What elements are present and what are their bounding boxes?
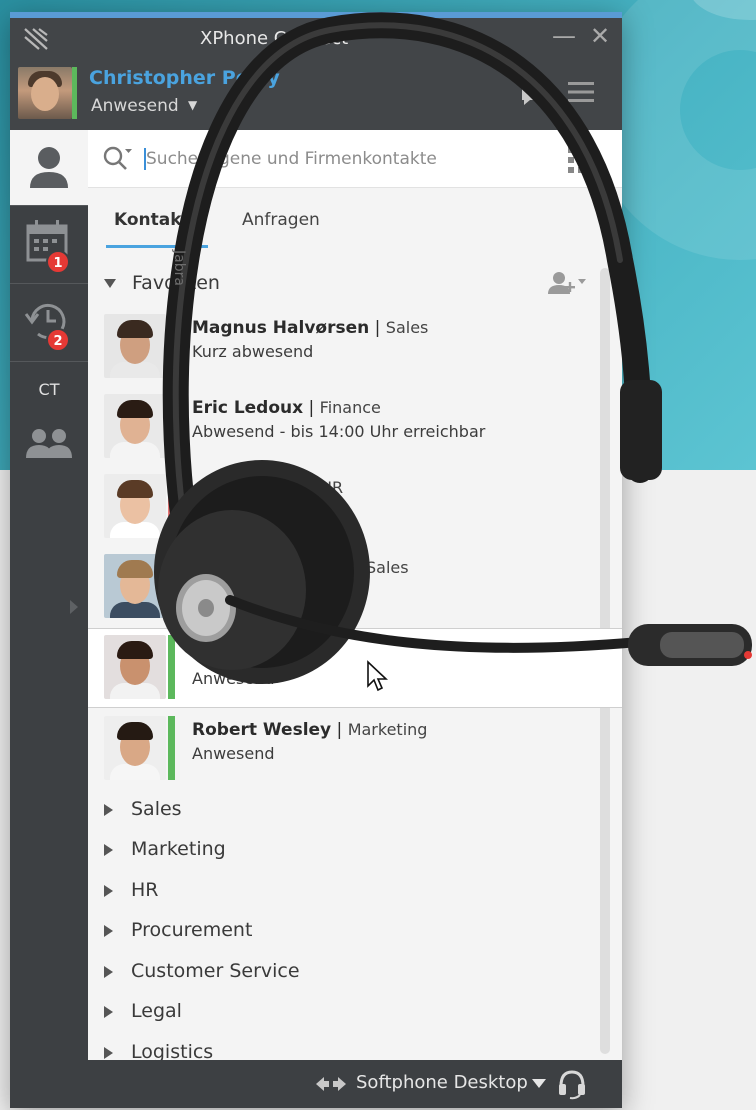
dialpad-icon[interactable] [568,147,594,173]
status-indicator [168,394,175,458]
expand-triangle-icon [104,1005,113,1018]
search-icon[interactable] [102,145,132,173]
group-label: Procurement [131,919,253,941]
hamburger-menu-icon[interactable] [568,80,594,104]
chevron-down-icon[interactable] [532,1079,546,1088]
contact-item-selected[interactable]: Anwesend [88,628,622,708]
user-status-indicator [72,67,77,119]
tab-bar: Kontakte Anfragen [88,206,622,252]
user-status-dropdown[interactable]: Anwesend [91,96,179,116]
sidebar-item-calendar[interactable]: 1 [10,206,88,284]
contact-item[interactable]: HR [88,468,622,548]
sidebar-item-contacts[interactable] [10,130,88,206]
contact-item[interactable]: Sales [88,548,622,628]
left-sidebar: 1 2 CT [10,130,88,1060]
calendar-badge: 1 [46,250,70,274]
close-icon[interactable]: ✕ [590,22,610,50]
contact-name-line: Robert Wesley | Marketing [192,720,428,740]
chevron-down-icon[interactable]: ▼ [188,98,197,112]
search-bar [88,130,622,188]
contact-status: Kurz abwesend [192,342,314,361]
contacts-panel: Kontakte Anfragen Favoriten Magnus Halvø… [88,130,622,1063]
contact-name-line: Sales [366,558,409,578]
contact-item[interactable]: Robert Wesley | Marketing Anwesend [88,710,622,790]
contact-name-line: Magnus Halvørsen | Sales [192,318,429,338]
status-indicator [168,314,175,378]
history-icon [24,303,66,339]
user-avatar[interactable] [18,67,72,119]
user-name: Christopher Perry [89,67,280,89]
status-indicator [168,635,175,699]
expand-triangle-icon [104,965,113,978]
group-customer-service[interactable]: Customer Service [104,960,300,992]
minimize-icon[interactable]: — [552,22,576,50]
mouse-cursor-icon [367,660,389,692]
status-indicator [168,554,175,618]
expand-arrows-icon[interactable] [314,1074,348,1094]
contact-photo [104,554,166,618]
contact-name: Eric Ledoux [192,398,304,418]
group-marketing[interactable]: Marketing [104,838,226,870]
collapse-triangle-icon [104,279,116,288]
group-sales[interactable]: Sales [104,798,182,830]
expand-triangle-icon [104,924,113,937]
favorites-header[interactable]: Favoriten [104,272,220,304]
expand-triangle-icon [104,843,113,856]
expand-triangle-icon [104,803,113,816]
chat-icon[interactable] [520,80,552,106]
bottom-bar: Softphone Desktop [10,1060,622,1108]
contact-dept: Sales [366,558,409,577]
group-label: Customer Service [131,960,300,982]
contact-status: Anwesend [192,669,275,688]
contact-status: Abwesend - bis 14:00 Uhr erreichbar [192,422,486,441]
contact-item[interactable]: Magnus Halvørsen | Sales Kurz abwesend [88,308,622,388]
user-bar: Christopher Perry Anwesend ▼ [10,62,622,130]
search-input[interactable] [146,140,546,178]
sidebar-item-ct[interactable]: CT [10,362,88,410]
contact-name-line: HR [320,478,343,498]
group-legal[interactable]: Legal [104,1000,182,1032]
expand-triangle-icon [104,1046,113,1059]
history-badge: 2 [46,328,70,352]
contact-name-line: Eric Ledoux | Finance [192,398,381,418]
sidebar-item-groups[interactable] [10,420,88,470]
group-procurement[interactable]: Procurement [104,919,252,951]
window-title: XPhone Connect [200,28,349,49]
contact-status: Anwesend [192,744,275,763]
xphone-logo-icon [24,28,48,50]
contact-dept: Sales [385,318,429,337]
contact-dept: Finance [319,398,381,417]
group-icon [26,429,72,458]
group-label: HR [131,879,159,901]
group-label: Legal [131,1000,182,1022]
group-label: Marketing [131,838,226,860]
sidebar-expand-arrow[interactable] [70,600,78,614]
title-bar[interactable]: XPhone Connect — ✕ [10,18,622,62]
contact-name: Robert Wesley [192,720,332,740]
calendar-icon [26,220,68,262]
status-indicator [168,474,175,538]
softphone-mode-label[interactable]: Softphone Desktop [356,1072,528,1093]
contact-photo [104,314,166,378]
contact-name: Magnus Halvørsen [192,318,370,338]
favorites-label: Favoriten [132,272,220,294]
group-hr[interactable]: HR [104,879,159,911]
person-icon [30,147,68,188]
expand-triangle-icon [104,884,113,897]
contact-photo [104,716,166,780]
contact-dept: HR [320,478,344,497]
group-label: Sales [131,798,182,820]
contact-photo [104,474,166,538]
xphone-window: XPhone Connect — ✕ Christopher Perry Anw… [10,12,622,1108]
status-indicator [168,716,175,780]
headset-icon[interactable] [556,1068,588,1100]
contact-dept: Marketing [347,720,428,739]
contact-item[interactable]: Eric Ledoux | Finance Abwesend - bis 14:… [88,388,622,468]
contact-photo [104,635,166,699]
sidebar-item-history[interactable]: 2 [10,284,88,362]
tab-kontakte[interactable]: Kontakte [106,210,208,248]
add-contact-icon[interactable] [546,270,586,298]
contact-photo [104,394,166,458]
tab-anfragen[interactable]: Anfragen [242,210,352,248]
